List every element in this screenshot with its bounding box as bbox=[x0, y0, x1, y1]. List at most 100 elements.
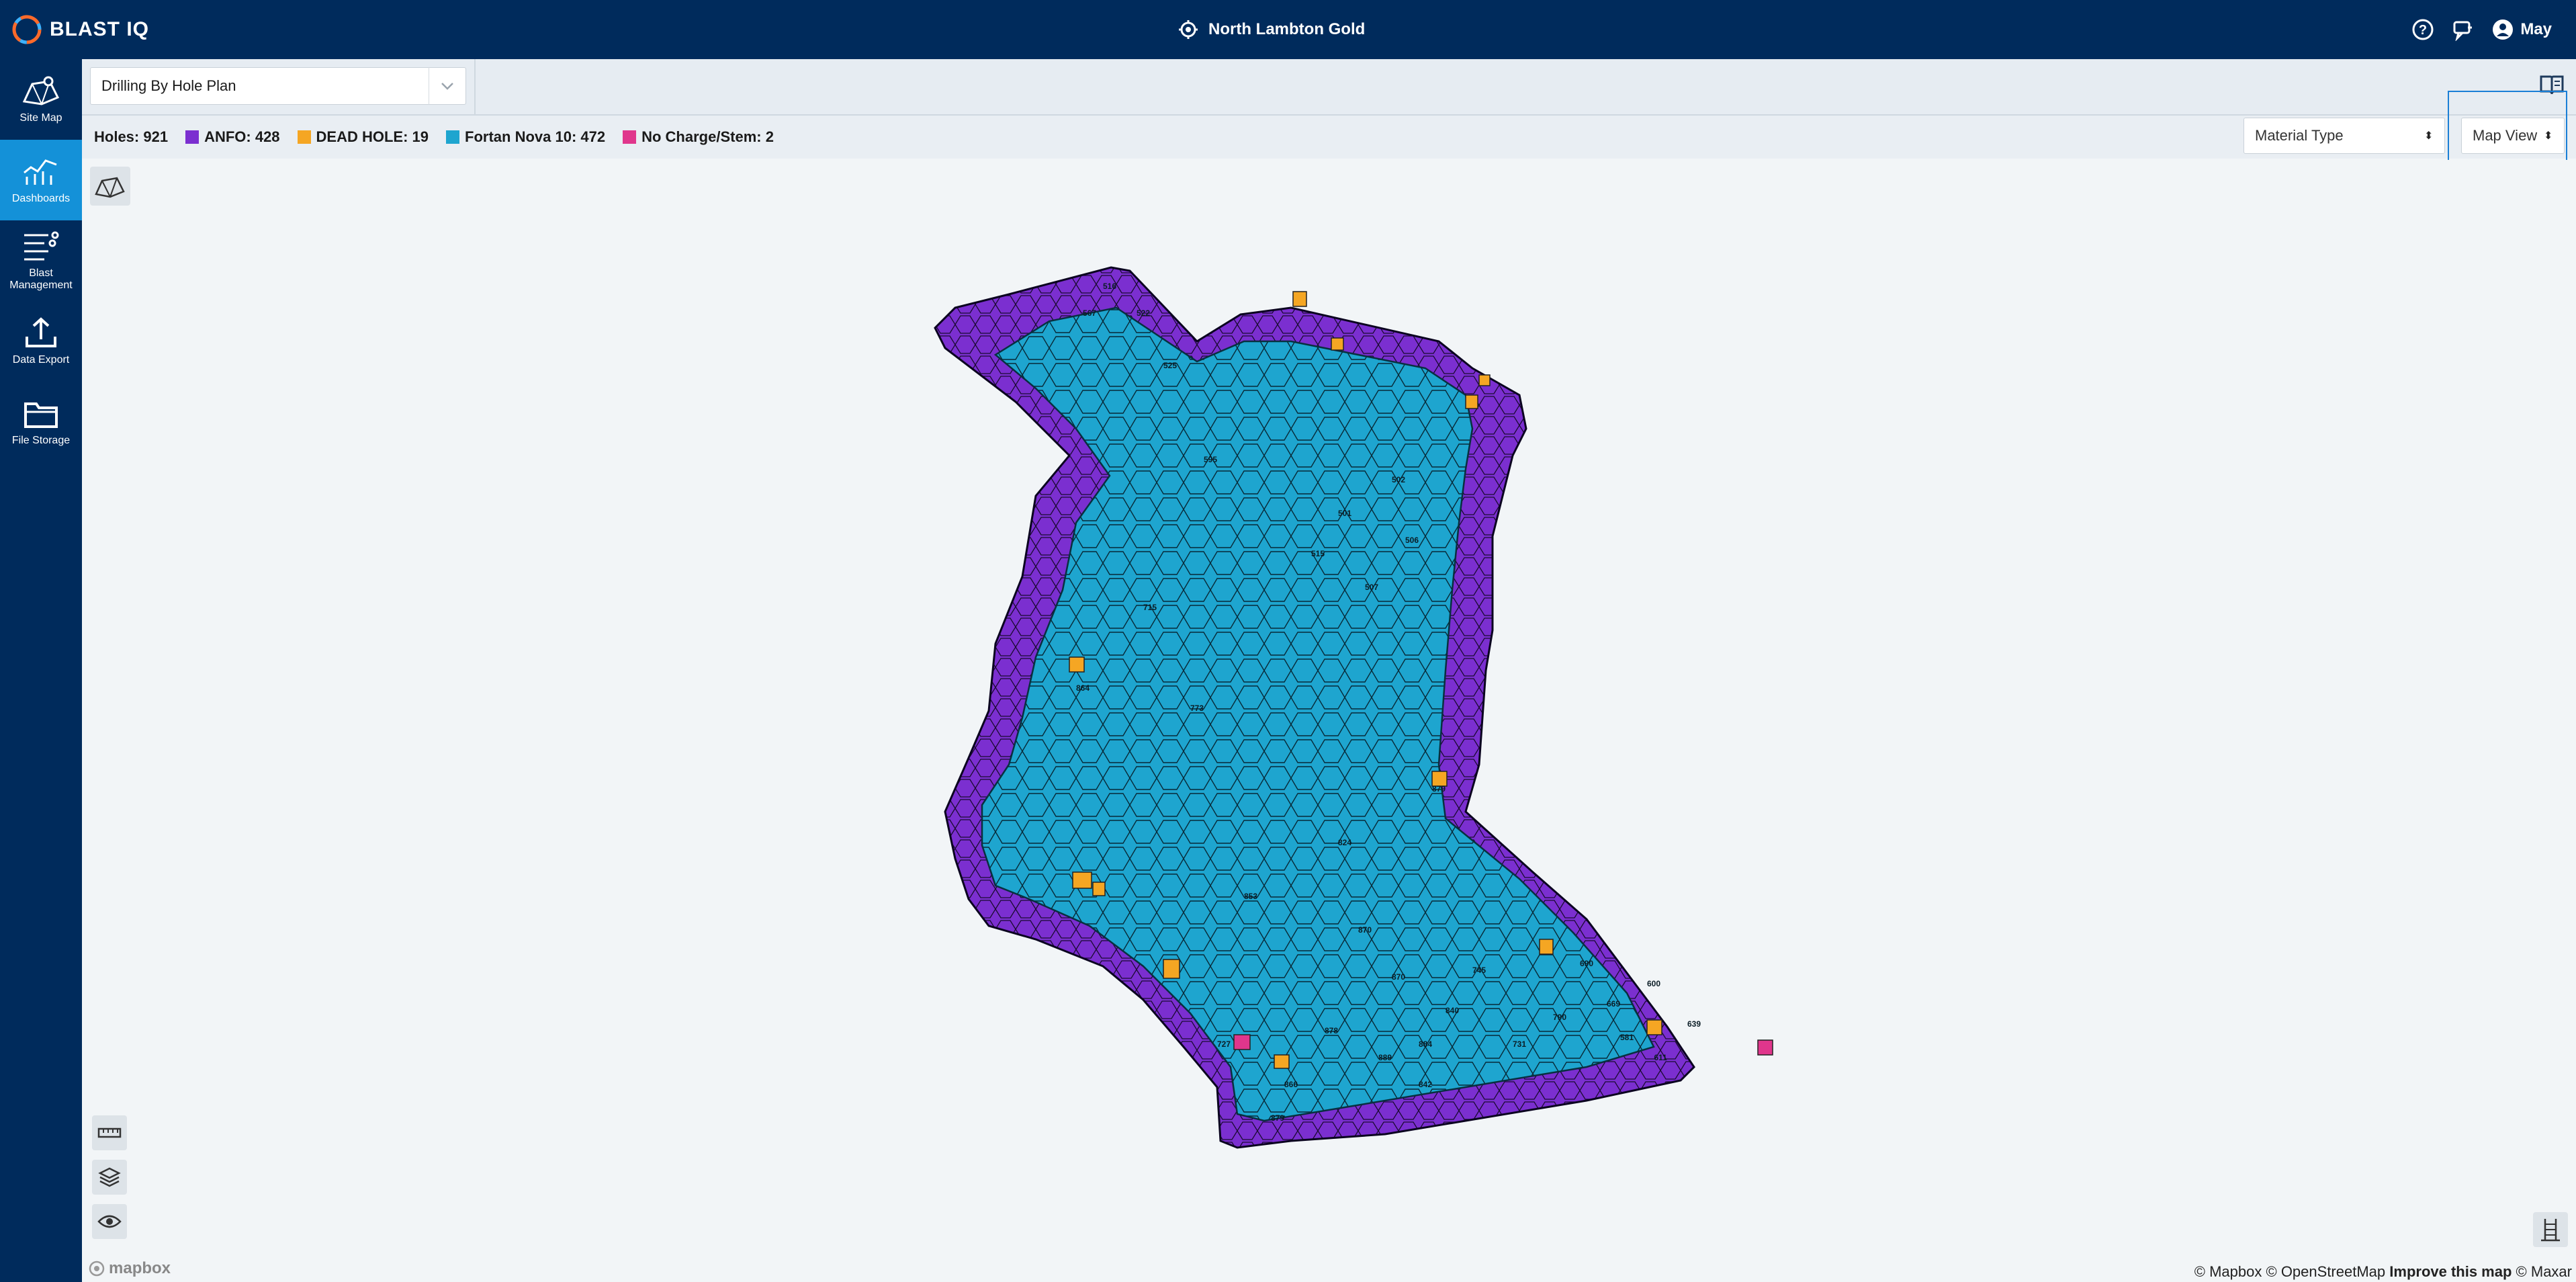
dead-hole-cell bbox=[1465, 394, 1478, 409]
help-icon[interactable]: ? bbox=[2411, 18, 2434, 41]
legend-label: ANFO: 428 bbox=[204, 128, 280, 145]
hole-label: 525 bbox=[1163, 361, 1177, 370]
dead-hole-cell bbox=[1292, 291, 1307, 307]
toolbar: Drilling By Hole Plan bbox=[82, 59, 2576, 116]
location-target-icon bbox=[1179, 20, 1198, 39]
visibility-button[interactable] bbox=[92, 1204, 127, 1239]
hole-label: 501 bbox=[1338, 509, 1351, 518]
hole-label: 502 bbox=[1392, 475, 1405, 484]
logo-text: BLAST IQ bbox=[50, 18, 149, 40]
ladder-icon bbox=[2541, 1219, 2560, 1242]
plan-select[interactable]: Drilling By Hole Plan bbox=[90, 67, 466, 105]
hole-label: 581 bbox=[1620, 1033, 1634, 1042]
site-map-icon bbox=[95, 177, 125, 198]
sidebar: Site Map Dashboards Blast Management Dat… bbox=[0, 59, 82, 1282]
fortan-region bbox=[981, 306, 1655, 1122]
legend-swatch bbox=[623, 130, 637, 144]
attribution-osm[interactable]: © OpenStreetMap bbox=[2266, 1263, 2386, 1280]
blastiq-logo-icon bbox=[12, 15, 42, 44]
hole-label: 690 bbox=[1580, 959, 1593, 968]
color-by-value: Material Type bbox=[2255, 127, 2344, 144]
user-menu[interactable]: May bbox=[2492, 19, 2552, 40]
hole-label: 506 bbox=[1405, 536, 1419, 545]
layers-button[interactable] bbox=[92, 1160, 127, 1195]
blast-pattern[interactable]: 516 567 522 525 595 501 502 506 515 507 … bbox=[915, 254, 1842, 1208]
hole-label: 870 bbox=[1358, 925, 1372, 935]
hole-label: 840 bbox=[1446, 1006, 1459, 1015]
hole-label: 595 bbox=[1204, 455, 1217, 464]
dead-hole-cell bbox=[1163, 959, 1180, 979]
sidebar-item-data-export[interactable]: Data Export bbox=[0, 301, 82, 382]
dead-hole-cell bbox=[1069, 656, 1085, 673]
site-map-toggle-button[interactable] bbox=[90, 167, 130, 206]
legend-entry-anfo: ANFO: 428 bbox=[185, 128, 280, 146]
measure-button[interactable] bbox=[92, 1115, 127, 1150]
blast-management-icon bbox=[24, 231, 59, 261]
improve-map-link[interactable]: Improve this map bbox=[2389, 1263, 2512, 1280]
dead-hole-cell bbox=[1539, 939, 1554, 955]
site-title[interactable]: North Lambton Gold bbox=[1179, 15, 1365, 44]
hole-label: 879 bbox=[1432, 784, 1446, 794]
hole-label: 824 bbox=[1338, 838, 1351, 847]
hole-label: 567 bbox=[1083, 308, 1096, 318]
dashboards-icon bbox=[24, 159, 57, 185]
eye-icon bbox=[97, 1215, 122, 1228]
ruler-icon bbox=[97, 1127, 122, 1138]
map-attribution: © Mapbox © OpenStreetMap Improve this ma… bbox=[2194, 1263, 2572, 1281]
hole-label: 842 bbox=[1419, 1080, 1432, 1089]
hole-label: 731 bbox=[1513, 1039, 1526, 1049]
hole-label: 639 bbox=[1687, 1019, 1701, 1029]
hole-label: 773 bbox=[1190, 703, 1204, 713]
legend-bar: Holes: 921 ANFO: 428 DEAD HOLE: 19 Forta… bbox=[82, 116, 2576, 159]
legend-label: No Charge/Stem: 2 bbox=[641, 128, 774, 145]
dead-hole-cell bbox=[1072, 871, 1092, 889]
sidebar-item-file-storage[interactable]: File Storage bbox=[0, 382, 82, 462]
svg-text:?: ? bbox=[2419, 23, 2427, 38]
hole-label: 611 bbox=[1654, 1053, 1667, 1062]
dead-hole-cell bbox=[1274, 1054, 1290, 1069]
sidebar-item-label: File Storage bbox=[11, 435, 71, 446]
attribution-mapbox[interactable]: © Mapbox bbox=[2194, 1263, 2262, 1280]
plan-select-value: Drilling By Hole Plan bbox=[101, 77, 236, 94]
hole-label: 515 bbox=[1311, 549, 1325, 558]
legend-swatch bbox=[446, 130, 460, 144]
legend-label: DEAD HOLE: 19 bbox=[316, 128, 429, 145]
mapbox-logo-text: mapbox bbox=[109, 1259, 171, 1277]
hole-label: 507 bbox=[1365, 583, 1378, 592]
legend-label: Fortan Nova 10: 472 bbox=[465, 128, 606, 145]
sidebar-item-site-map[interactable]: Site Map bbox=[0, 59, 82, 140]
layers-icon bbox=[98, 1167, 121, 1187]
hole-label: 879 bbox=[1271, 1113, 1284, 1123]
top-bar: BLAST IQ North Lambton Gold ? May bbox=[0, 0, 2576, 59]
drill-rig-button[interactable] bbox=[2533, 1212, 2568, 1247]
hole-label: 870 bbox=[1392, 972, 1405, 982]
hole-label: 878 bbox=[1325, 1026, 1338, 1035]
dead-hole-cell bbox=[1092, 882, 1106, 896]
color-by-select[interactable]: Material Type ⬍ bbox=[2244, 118, 2445, 154]
sidebar-item-dashboards[interactable]: Dashboards bbox=[0, 140, 82, 220]
hole-label: 889 bbox=[1378, 1053, 1392, 1062]
chevron-down-icon[interactable] bbox=[429, 67, 465, 105]
toolbar-divider bbox=[474, 59, 476, 114]
logo[interactable]: BLAST IQ bbox=[12, 13, 149, 46]
hole-label: 522 bbox=[1137, 308, 1150, 318]
hole-label: 516 bbox=[1103, 282, 1116, 291]
sidebar-item-blast-management[interactable]: Blast Management bbox=[0, 220, 82, 301]
hole-label: 669 bbox=[1607, 999, 1620, 1009]
hole-label: 745 bbox=[1472, 966, 1486, 975]
mapbox-logo[interactable]: mapbox bbox=[89, 1259, 171, 1278]
legend-swatch bbox=[297, 130, 311, 144]
hole-label: 853 bbox=[1244, 892, 1257, 901]
chat-support-icon[interactable] bbox=[2452, 18, 2475, 41]
attribution-maxar[interactable]: © Maxar bbox=[2516, 1263, 2572, 1280]
site-name: North Lambton Gold bbox=[1208, 20, 1366, 38]
data-export-icon bbox=[26, 317, 56, 347]
material-legend: Holes: 921 ANFO: 428 DEAD HOLE: 19 Forta… bbox=[94, 116, 774, 159]
hole-label: 715 bbox=[1143, 603, 1157, 612]
sidebar-item-label: Data Export bbox=[12, 354, 70, 366]
holes-count: Holes: 921 bbox=[94, 128, 169, 145]
user-avatar-icon bbox=[2493, 19, 2514, 40]
map-canvas[interactable]: 516 567 522 525 595 501 502 506 515 507 … bbox=[82, 160, 2576, 1282]
legend-entry-dead-hole: DEAD HOLE: 19 bbox=[297, 128, 429, 146]
no-charge-cell bbox=[1233, 1034, 1251, 1050]
